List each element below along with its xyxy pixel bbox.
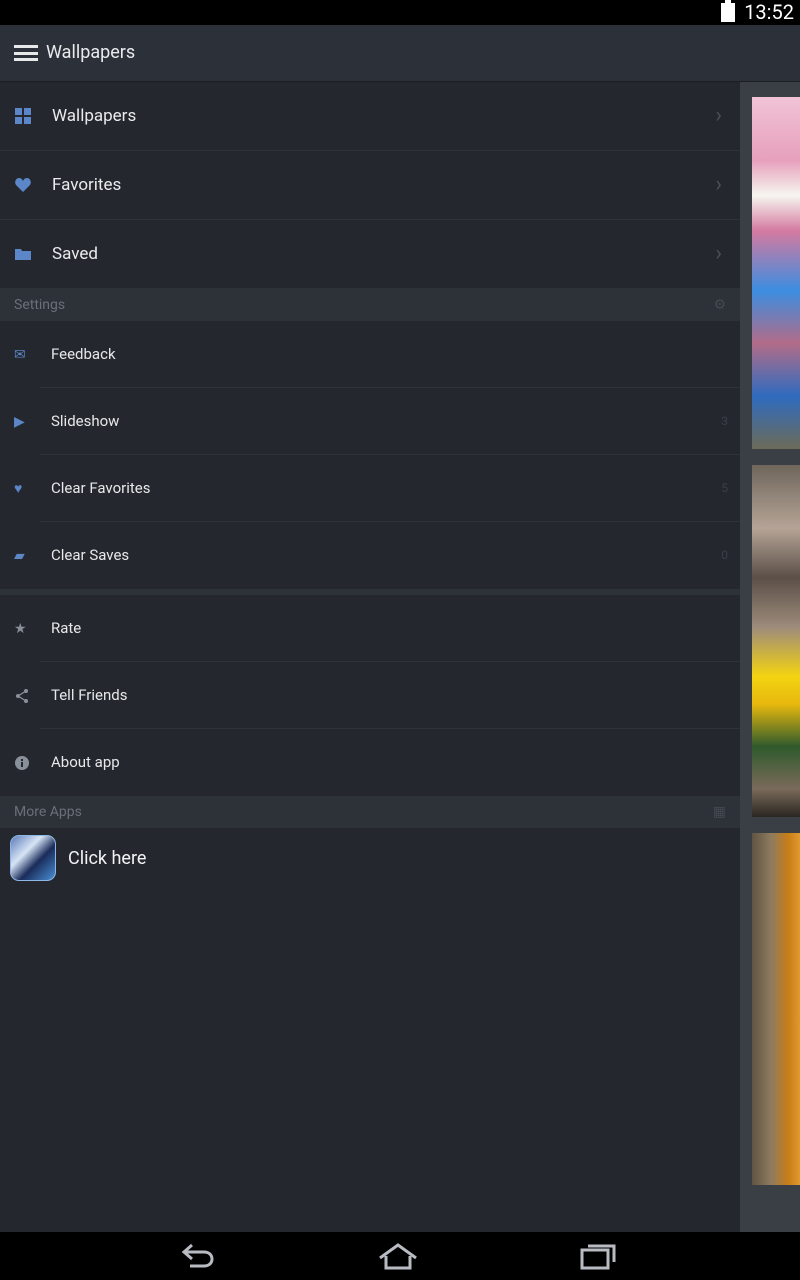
heart-clear-icon: ♥ [14,481,23,497]
chevron-right-icon: › [715,241,722,266]
settings-item-clear-saves[interactable]: ▰ Clear Saves 0 [0,522,740,589]
chevron-right-icon: › [715,172,722,197]
drawer-item-wallpapers[interactable]: Wallpapers › [0,82,740,151]
section-title: Settings [14,297,66,313]
menu-item-label: Tell Friends [51,686,128,704]
battery-icon [721,0,735,22]
folder-icon [15,249,31,260]
status-clock: 13:52 [744,0,794,24]
star-icon: ★ [14,621,27,637]
gear-icon: ⚙ [713,297,726,313]
chevron-right-icon: › [715,103,722,128]
wallpaper-thumbnail[interactable] [752,833,800,1185]
wallpaper-grid [740,82,800,1232]
folder-clear-icon: ▰ [14,548,25,564]
settings-item-slideshow[interactable]: ▶ Slideshow 3 [0,388,740,455]
drawer-item-saved[interactable]: Saved › [0,220,740,289]
back-icon[interactable] [178,1240,218,1272]
settings-item-label: Feedback [51,345,116,363]
share-icon [16,689,28,703]
menu-item-about-app[interactable]: About app [0,729,740,796]
system-nav-bar [0,1232,800,1280]
status-bar: 13:52 [0,0,800,25]
home-icon[interactable] [378,1240,418,1272]
settings-item-label: Clear Favorites [51,479,151,497]
more-app-link[interactable]: Click here [0,828,740,890]
section-header-settings: Settings ⚙ [0,289,740,321]
settings-item-feedback[interactable]: ✉ Feedback [0,321,740,388]
more-app-label: Click here [68,848,147,869]
drawer-item-favorites[interactable]: Favorites › [0,151,740,220]
app-promo-icon [10,835,56,881]
menu-item-label: About app [51,753,120,771]
recent-apps-icon[interactable] [578,1240,618,1272]
section-title: More Apps [14,804,82,820]
drawer-item-label: Favorites [52,175,122,195]
apps-grid-icon: ▦ [712,804,726,820]
settings-item-label: Clear Saves [51,546,130,564]
info-icon [15,756,29,770]
navigation-drawer: Wallpapers › Favorites › Saved › Setting… [0,82,740,1232]
action-bar: Wallpapers [0,25,800,82]
settings-item-count: 5 [721,481,728,495]
menu-item-tell-friends[interactable]: Tell Friends [0,662,740,729]
wallpaper-thumbnail[interactable] [752,465,800,817]
settings-item-clear-favorites[interactable]: ♥ Clear Favorites 5 [0,455,740,522]
drawer-item-label: Wallpapers [52,106,137,126]
menu-item-label: Rate [51,619,82,637]
grid-icon [15,108,31,124]
mail-icon: ✉ [14,347,26,363]
wallpaper-thumbnail[interactable] [752,97,800,449]
slideshow-icon: ▶ [14,414,25,430]
action-bar-title: Wallpapers [46,42,136,63]
menu-item-rate[interactable]: ★ Rate [0,595,740,662]
section-header-more-apps: More Apps ▦ [0,796,740,828]
heart-icon [15,178,31,192]
settings-item-label: Slideshow [51,412,120,430]
drawer-item-label: Saved [52,244,98,264]
menu-icon[interactable] [14,45,38,61]
settings-item-count: 0 [721,548,728,562]
settings-item-count: 3 [721,414,728,428]
